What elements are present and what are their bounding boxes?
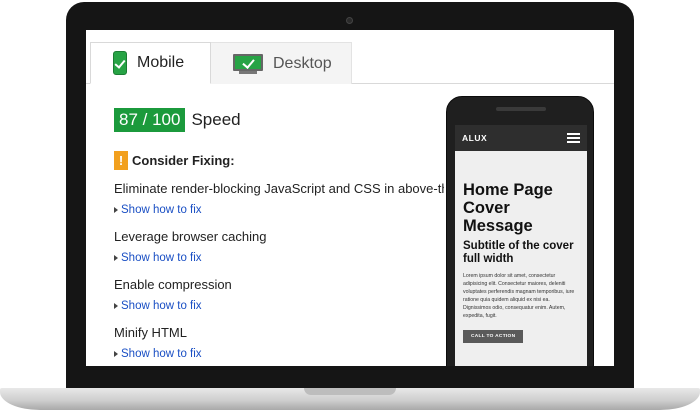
speed-score: 87 / 100 Speed <box>114 108 241 132</box>
preview-navbar: ALUX <box>455 125 587 151</box>
link-label: Show how to fix <box>121 348 202 360</box>
tab-desktop[interactable]: Desktop <box>211 42 352 84</box>
preview-hero: Home Page Cover Message Subtitle of the … <box>455 151 587 343</box>
show-how-to-fix-link[interactable]: Show how to fix <box>114 300 444 312</box>
call-to-action-button: CALL TO ACTION <box>463 330 524 343</box>
preview-brand: ALUX <box>462 133 488 143</box>
caret-right-icon <box>114 351 118 357</box>
list-item: Eliminate render-blocking JavaScript and… <box>114 181 444 229</box>
rule-title: Eliminate render-blocking JavaScript and… <box>114 181 444 196</box>
tab-mobile-label: Mobile <box>137 54 185 71</box>
phone-speaker <box>496 107 546 111</box>
rule-title: Enable compression <box>114 277 232 292</box>
link-label: Show how to fix <box>121 252 202 264</box>
consider-fixing-heading: ! Consider Fixing: <box>114 151 235 170</box>
link-label: Show how to fix <box>121 204 202 216</box>
show-how-to-fix-link[interactable]: Show how to fix <box>114 204 444 216</box>
consider-fixing-label: Consider Fixing: <box>132 153 235 168</box>
preview-hero-title: Home Page Cover Message <box>463 181 553 235</box>
laptop-notch <box>304 388 396 395</box>
show-how-to-fix-link[interactable]: Show how to fix <box>114 252 444 264</box>
mobile-preview-screen: ALUX Home Page Cover Message Subtitle of… <box>455 125 587 366</box>
list-item: Enable compression Show how to fix <box>114 277 444 325</box>
webcam-icon <box>346 17 353 24</box>
list-item: Minify HTML Show how to fix <box>114 325 444 366</box>
score-label: Speed <box>191 110 241 129</box>
rules-list: Eliminate render-blocking JavaScript and… <box>114 181 444 366</box>
laptop-screen: Mobile Desktop 87 / 100 Speed ! Consider… <box>86 30 614 366</box>
preview-hero-subtitle: Subtitle of the cover full width <box>463 240 574 265</box>
caret-right-icon <box>114 303 118 309</box>
tab-desktop-label: Desktop <box>273 54 332 72</box>
mobile-check-icon <box>113 51 127 75</box>
mobile-preview-phone: ALUX Home Page Cover Message Subtitle of… <box>446 96 594 366</box>
link-label: Show how to fix <box>121 300 202 312</box>
hamburger-menu-icon <box>567 133 580 143</box>
desktop-check-icon <box>233 53 263 74</box>
preview-hero-body: Lorem ipsum dolor sit amet, consectetur … <box>463 273 575 319</box>
caret-right-icon <box>114 207 118 213</box>
score-badge: 87 / 100 <box>114 108 186 132</box>
rule-title: Minify HTML <box>114 325 187 340</box>
show-how-to-fix-link[interactable]: Show how to fix <box>114 348 444 360</box>
rule-title: Leverage browser caching <box>114 229 267 244</box>
caret-right-icon <box>114 255 118 261</box>
warning-icon: ! <box>114 151 128 170</box>
tab-mobile[interactable]: Mobile <box>90 42 211 84</box>
list-item: Leverage browser caching Show how to fix <box>114 229 444 277</box>
device-tabs: Mobile Desktop <box>86 42 614 84</box>
